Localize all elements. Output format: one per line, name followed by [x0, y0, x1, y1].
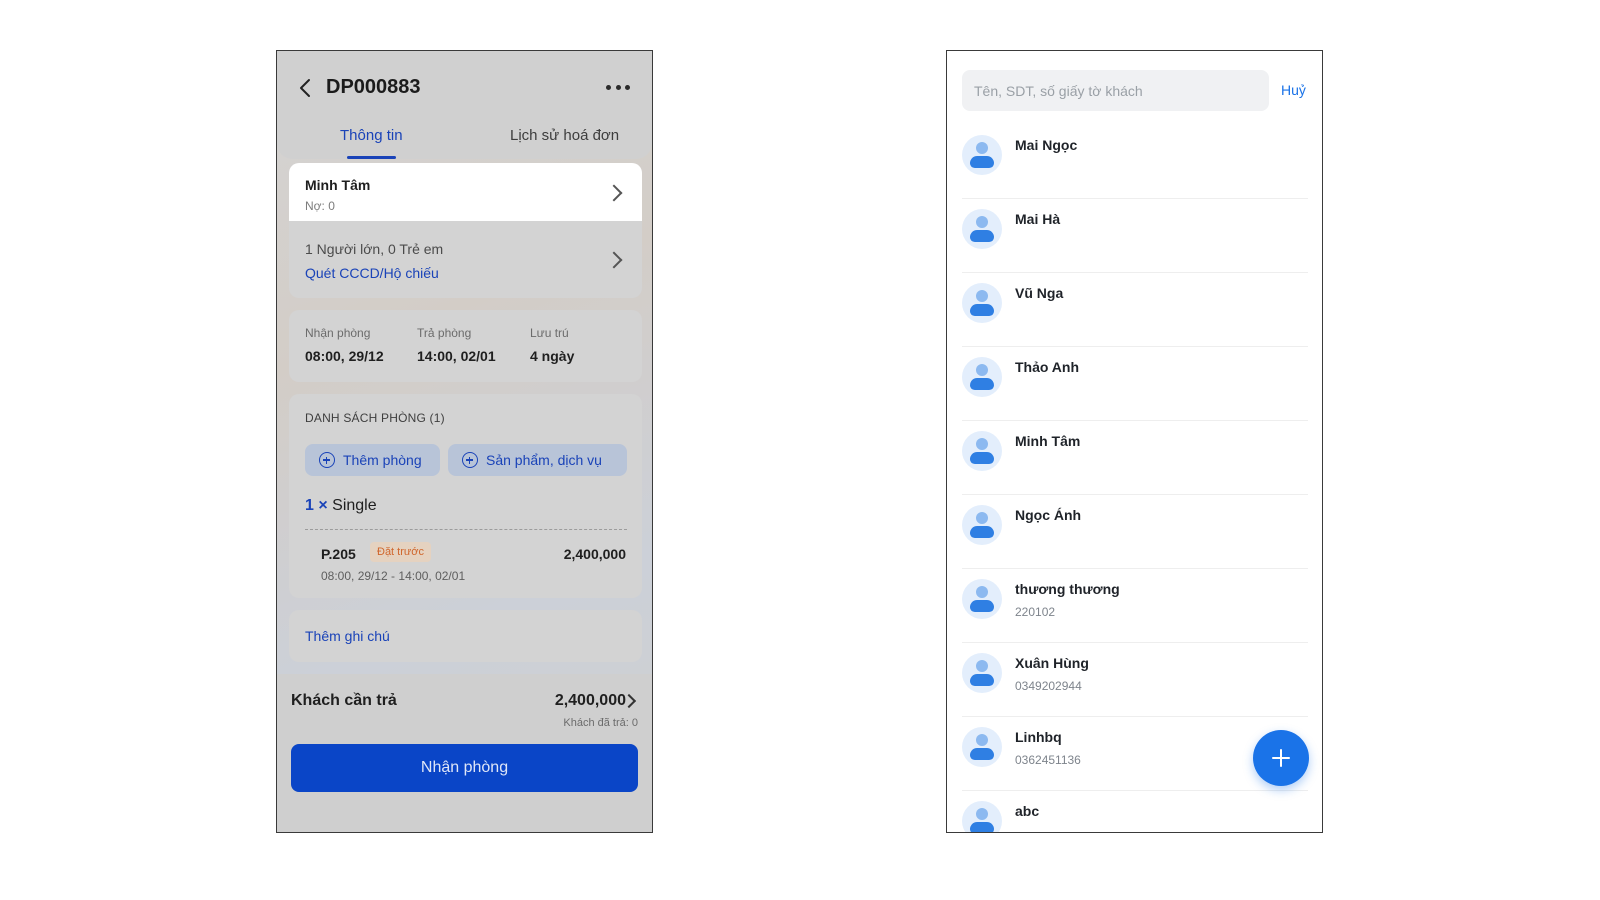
stay-length: Lưu trú 4 ngày [530, 326, 574, 364]
checkin-value: 08:00, 29/12 [305, 348, 384, 364]
room-number[interactable]: P.205 [321, 546, 356, 562]
list-item[interactable]: Mai Ngọc [962, 125, 1308, 199]
amount-paid: Khách đã trả: 0 [563, 717, 638, 729]
more-options-icon[interactable] [606, 79, 630, 95]
avatar-icon [962, 135, 1002, 175]
avatar-icon [962, 283, 1002, 323]
avatar-icon [962, 653, 1002, 693]
stay-dates-card: Nhận phòng 08:00, 29/12 Trả phòng 14:00,… [289, 310, 642, 382]
avatar-icon [962, 431, 1002, 471]
list-item[interactable]: Thảo Anh [962, 347, 1308, 421]
room-list-card: DANH SÁCH PHÒNG (1) Thêm phòng Sản phẩm,… [289, 394, 642, 598]
active-tab-indicator [347, 156, 396, 159]
chevron-right-icon [605, 184, 623, 202]
customer-search-screen: Huỷ Mai Ngọc Mai Hà Vũ Nga Thảo Anh Minh… [946, 50, 1323, 833]
room-quantity: 1 × [305, 497, 328, 514]
plus-circle-icon [319, 452, 335, 468]
customer-name: Mai Ngọc [1015, 137, 1078, 153]
amount-due-label: Khách cần trả [291, 692, 397, 709]
avatar-icon [962, 579, 1002, 619]
avatar-icon [962, 357, 1002, 397]
avatar-icon [962, 801, 1002, 832]
list-item[interactable]: Vũ Nga [962, 273, 1308, 347]
stay-label: Lưu trú [530, 326, 569, 340]
customer-phone: 220102 [1015, 605, 1056, 619]
checkin-label: Nhận phòng [305, 326, 371, 340]
payment-footer: Khách cần trả 2,400,000 Khách đã trả: 0 … [277, 674, 652, 832]
customer-name: Linhbq [1015, 729, 1062, 745]
customer-phone: 0349202944 [1015, 679, 1082, 693]
customer-name: Minh Tâm [1015, 433, 1081, 449]
chevron-right-icon[interactable] [605, 251, 623, 269]
customer-name: Vũ Nga [1015, 285, 1064, 301]
add-service-label: Sản phẩm, dịch vụ [486, 452, 602, 468]
customer-name: Mai Hà [1015, 211, 1061, 227]
search-input[interactable] [962, 70, 1269, 111]
guest-debt: Nợ: 0 [305, 199, 335, 213]
stay-value: 4 ngày [530, 348, 575, 364]
list-item[interactable]: Ngọc Ánh [962, 495, 1308, 569]
guest-info-row[interactable]: Minh Tâm Nợ: 0 [289, 163, 642, 221]
guest-card: Minh Tâm Nợ: 0 1 Người lớn, 0 Trẻ em Qué… [289, 163, 642, 298]
customer-phone: 0362451136 [1015, 753, 1081, 767]
cancel-button[interactable]: Huỷ [1281, 82, 1306, 98]
list-item[interactable]: abc [962, 791, 1308, 832]
add-room-label: Thêm phòng [343, 452, 422, 468]
add-note-link[interactable]: Thêm ghi chú [305, 628, 390, 644]
booking-detail-screen: DP000883 Thông tin Lịch sử hoá đơn Minh … [276, 50, 653, 833]
plus-circle-icon [462, 452, 478, 468]
note-card: Thêm ghi chú [289, 610, 642, 662]
room-type: 1 × Single [305, 497, 377, 515]
room-time-range: 08:00, 29/12 - 14:00, 02/01 [321, 569, 466, 583]
checkout-value: 14:00, 02/01 [417, 348, 496, 364]
page-title: DP000883 [326, 76, 421, 98]
checkin-date: Nhận phòng 08:00, 29/12 [305, 326, 384, 364]
room-type-name: Single [332, 497, 377, 514]
add-service-button[interactable]: Sản phẩm, dịch vụ [448, 444, 627, 476]
customer-name: thương thương [1015, 581, 1120, 597]
plus-icon [1272, 749, 1290, 767]
add-customer-button[interactable] [1253, 730, 1309, 786]
checkin-button[interactable]: Nhận phòng [291, 744, 638, 792]
avatar-icon [962, 209, 1002, 249]
booking-header: DP000883 Thông tin Lịch sử hoá đơn [277, 51, 652, 159]
customer-list: Mai Ngọc Mai Hà Vũ Nga Thảo Anh Minh Tâm… [962, 125, 1308, 832]
scan-id-link[interactable]: Quét CCCD/Hộ chiếu [305, 265, 439, 281]
room-list-title: DANH SÁCH PHÒNG (1) [305, 411, 445, 425]
customer-name: Ngọc Ánh [1015, 507, 1082, 523]
guest-count: 1 Người lớn, 0 Trẻ em [305, 241, 444, 257]
avatar-icon [962, 505, 1002, 545]
guest-name: Minh Tâm [305, 177, 371, 193]
customer-name: Xuân Hùng [1015, 655, 1089, 671]
avatar-icon [962, 727, 1002, 767]
customer-name: Thảo Anh [1015, 359, 1080, 375]
list-item[interactable]: Mai Hà [962, 199, 1308, 273]
list-item[interactable]: Minh Tâm [962, 421, 1308, 495]
room-price: 2,400,000 [563, 546, 626, 562]
customer-name: abc [1015, 803, 1040, 819]
tab-invoice-history[interactable]: Lịch sử hoá đơn [510, 127, 619, 144]
list-item[interactable]: Xuân Hùng 0349202944 [962, 643, 1308, 717]
checkout-label: Trả phòng [417, 326, 472, 340]
status-badge: Đặt trước [370, 542, 431, 562]
dashed-divider [305, 529, 627, 530]
tab-info[interactable]: Thông tin [340, 127, 403, 144]
list-item[interactable]: thương thương 220102 [962, 569, 1308, 643]
back-arrow-icon[interactable] [295, 77, 317, 99]
amount-due-value[interactable]: 2,400,000 [555, 692, 626, 710]
add-room-button[interactable]: Thêm phòng [305, 444, 440, 476]
checkout-date: Trả phòng 14:00, 02/01 [417, 326, 496, 364]
